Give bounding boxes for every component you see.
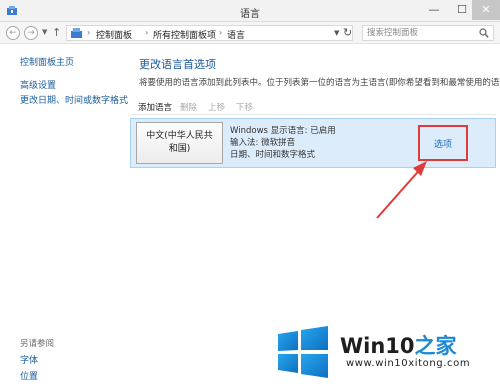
close-button[interactable]: ✕ [472,0,500,20]
display-language-status: Windows 显示语言: 已启用 [230,126,336,136]
minimize-button[interactable]: — [420,0,448,20]
language-name-line2: 和国) [168,144,191,154]
watermark-brand-zh: 之家 [414,334,457,358]
breadcrumb[interactable]: › 控制面板 › 所有控制面板项 › 语言 [66,25,353,41]
language-list-item[interactable]: 中文(中华人民共 和国) Windows 显示语言: 已启用 输入法: 微软拼音… [130,118,496,168]
recent-locations-chevron-icon[interactable]: ▼ [42,28,47,36]
search-input[interactable] [367,27,477,39]
advanced-settings-link[interactable]: 高级设置 [20,78,56,91]
language-name-tile[interactable]: 中文(中华人民共 和国) [136,122,223,164]
remove-language-button[interactable]: 删除 [180,101,197,113]
add-language-button[interactable]: 添加语言 [138,101,172,113]
forward-button[interactable]: → [24,26,38,40]
breadcrumb-all-items[interactable]: 所有控制面板项 [153,28,216,41]
breadcrumb-control-panel[interactable]: 控制面板 [96,28,132,41]
watermark-brand: Win10之家 [340,330,457,360]
see-also-heading: 另请参阅 [20,339,55,349]
control-panel-home-link[interactable]: 控制面板主页 [20,55,74,68]
page-description: 将要使用的语言添加到此列表中。位于列表第一位的语言为主语言(即你希望看到和最常使… [139,78,500,88]
breadcrumb-separator: › [145,28,149,37]
options-link[interactable]: 选项 [420,137,466,150]
breadcrumb-separator: › [87,28,91,37]
address-bar: ← → ▼ ↑ › 控制面板 › 所有控制面板项 › 语言 ▼ ↻ [0,22,500,44]
breadcrumb-separator: › [219,28,223,37]
input-method-info: 输入法: 微软拼音 [230,138,296,148]
options-highlight-box: 选项 [418,125,468,161]
fonts-link[interactable]: 字体 [20,353,38,366]
watermark-url: www.win10xitong.com [346,358,471,369]
language-name-line1: 中文(中华人民共 [146,131,213,141]
page-title: 更改语言首选项 [139,58,216,71]
breadcrumb-language[interactable]: 语言 [227,28,245,41]
windows-logo-icon [278,326,328,378]
move-down-button[interactable]: 下移 [236,101,253,113]
date-time-format-info: 日期、时间和数字格式 [230,150,316,160]
search-icon[interactable] [479,28,489,38]
watermark-brand-name: Win10 [340,334,415,358]
control-panel-icon [71,28,82,38]
back-button[interactable]: ← [6,26,20,40]
search-box[interactable] [362,25,494,41]
up-button[interactable]: ↑ [52,26,61,39]
language-toolbar: 添加语言 删除 上移 下移 [130,97,496,115]
refresh-button[interactable]: ↻ [343,26,352,39]
title-bar: 语言 — ☐ ✕ [0,0,500,22]
move-up-button[interactable]: 上移 [208,101,225,113]
location-link[interactable]: 位置 [20,369,38,382]
address-dropdown-icon[interactable]: ▼ [334,29,339,37]
change-date-time-format-link[interactable]: 更改日期、时间或数字格式 [20,93,128,106]
